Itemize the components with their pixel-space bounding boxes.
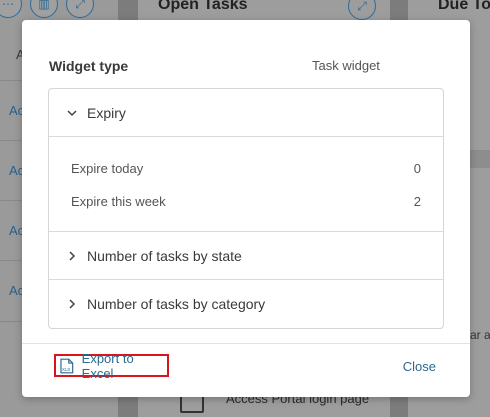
chevron-down-icon bbox=[67, 109, 77, 116]
widget-type-label: Widget type bbox=[49, 58, 129, 74]
expand-icon[interactable]: ⤢ bbox=[66, 0, 94, 18]
widget-title: Due To bbox=[438, 0, 490, 13]
chevron-right-icon bbox=[69, 298, 76, 309]
accordion-header-by-state[interactable]: Number of tasks by state bbox=[49, 232, 443, 279]
export-to-excel-button[interactable]: XLS Export to Excel bbox=[54, 351, 169, 381]
expiry-row-label: Expire today bbox=[71, 161, 144, 176]
expiry-row: Expire this week 2 bbox=[71, 194, 421, 209]
svg-text:XLS: XLS bbox=[62, 366, 70, 371]
accordion-label: Number of tasks by state bbox=[87, 247, 242, 264]
close-button[interactable]: Close bbox=[403, 359, 436, 374]
accordion-header-by-category[interactable]: Number of tasks by category bbox=[49, 280, 443, 327]
widget-title: Open Tasks bbox=[158, 0, 248, 13]
expiry-row: Expire today 0 bbox=[71, 161, 421, 176]
more-icon[interactable]: ⋯ bbox=[0, 0, 22, 18]
widget-settings-dialog: Widget type Task widget Expiry Expire to… bbox=[22, 20, 470, 397]
table-header-bar bbox=[470, 150, 490, 168]
expiry-row-value: 0 bbox=[413, 161, 421, 176]
accordion-label: Number of tasks by category bbox=[87, 295, 266, 312]
expand-icon[interactable]: ⤢ bbox=[348, 0, 376, 20]
expiry-row-value: 2 bbox=[413, 194, 421, 209]
export-label: Export to Excel bbox=[81, 350, 134, 381]
excel-file-icon: XLS bbox=[60, 358, 74, 373]
clipped-text: ar a bbox=[470, 328, 490, 342]
expiry-row-label: Expire this week bbox=[71, 194, 166, 209]
accordion: Expiry Expire today 0 Expire this week 2… bbox=[48, 88, 444, 329]
divider bbox=[49, 136, 443, 137]
footer-divider bbox=[22, 343, 470, 344]
widget-type-value: Task widget bbox=[312, 58, 380, 73]
chevron-right-icon bbox=[69, 250, 76, 261]
accordion-header-expiry[interactable]: Expiry bbox=[49, 89, 443, 136]
accordion-label: Expiry bbox=[87, 104, 126, 121]
bar-chart-icon[interactable]: ▥ bbox=[30, 0, 58, 18]
